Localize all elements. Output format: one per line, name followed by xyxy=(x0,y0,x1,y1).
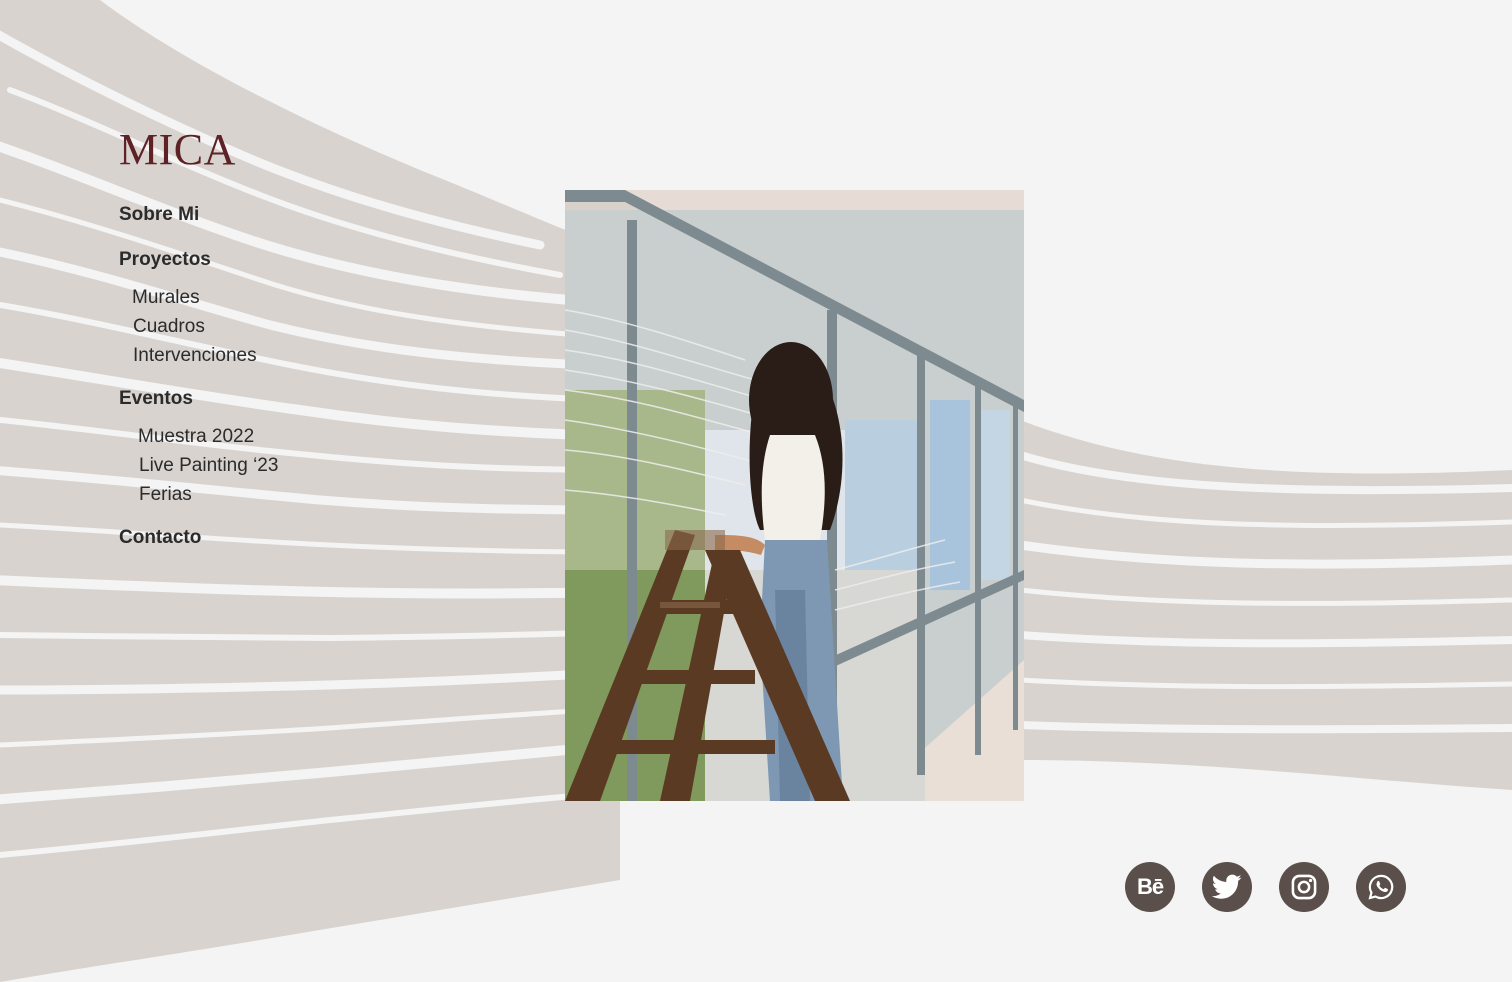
behance-link[interactable]: Bē xyxy=(1125,862,1175,912)
nav-sub-ferias[interactable]: Ferias xyxy=(139,484,192,506)
twitter-icon xyxy=(1212,874,1242,899)
photo-illustration xyxy=(565,190,1024,801)
nav-sobre-mi[interactable]: Sobre Mi xyxy=(119,204,199,226)
featured-photo xyxy=(565,190,1024,801)
nav-proyectos[interactable]: Proyectos xyxy=(119,249,211,271)
nav-sub-cuadros[interactable]: Cuadros xyxy=(133,316,205,338)
site-logo[interactable]: MICA xyxy=(119,128,236,172)
instagram-link[interactable] xyxy=(1279,862,1329,912)
behance-icon: Bē xyxy=(1136,874,1164,899)
nav-sub-intervenciones[interactable]: Intervenciones xyxy=(133,345,257,367)
nav-sub-murales[interactable]: Murales xyxy=(132,287,200,309)
twitter-link[interactable] xyxy=(1202,862,1252,912)
nav-sub-muestra-2022[interactable]: Muestra 2022 xyxy=(138,426,254,448)
nav-contacto[interactable]: Contacto xyxy=(119,527,201,549)
nav-eventos[interactable]: Eventos xyxy=(119,388,193,410)
nav-sub-live-painting[interactable]: Live Painting ‘23 xyxy=(139,455,278,477)
whatsapp-link[interactable] xyxy=(1356,862,1406,912)
instagram-icon xyxy=(1291,874,1317,900)
whatsapp-icon xyxy=(1368,874,1394,900)
